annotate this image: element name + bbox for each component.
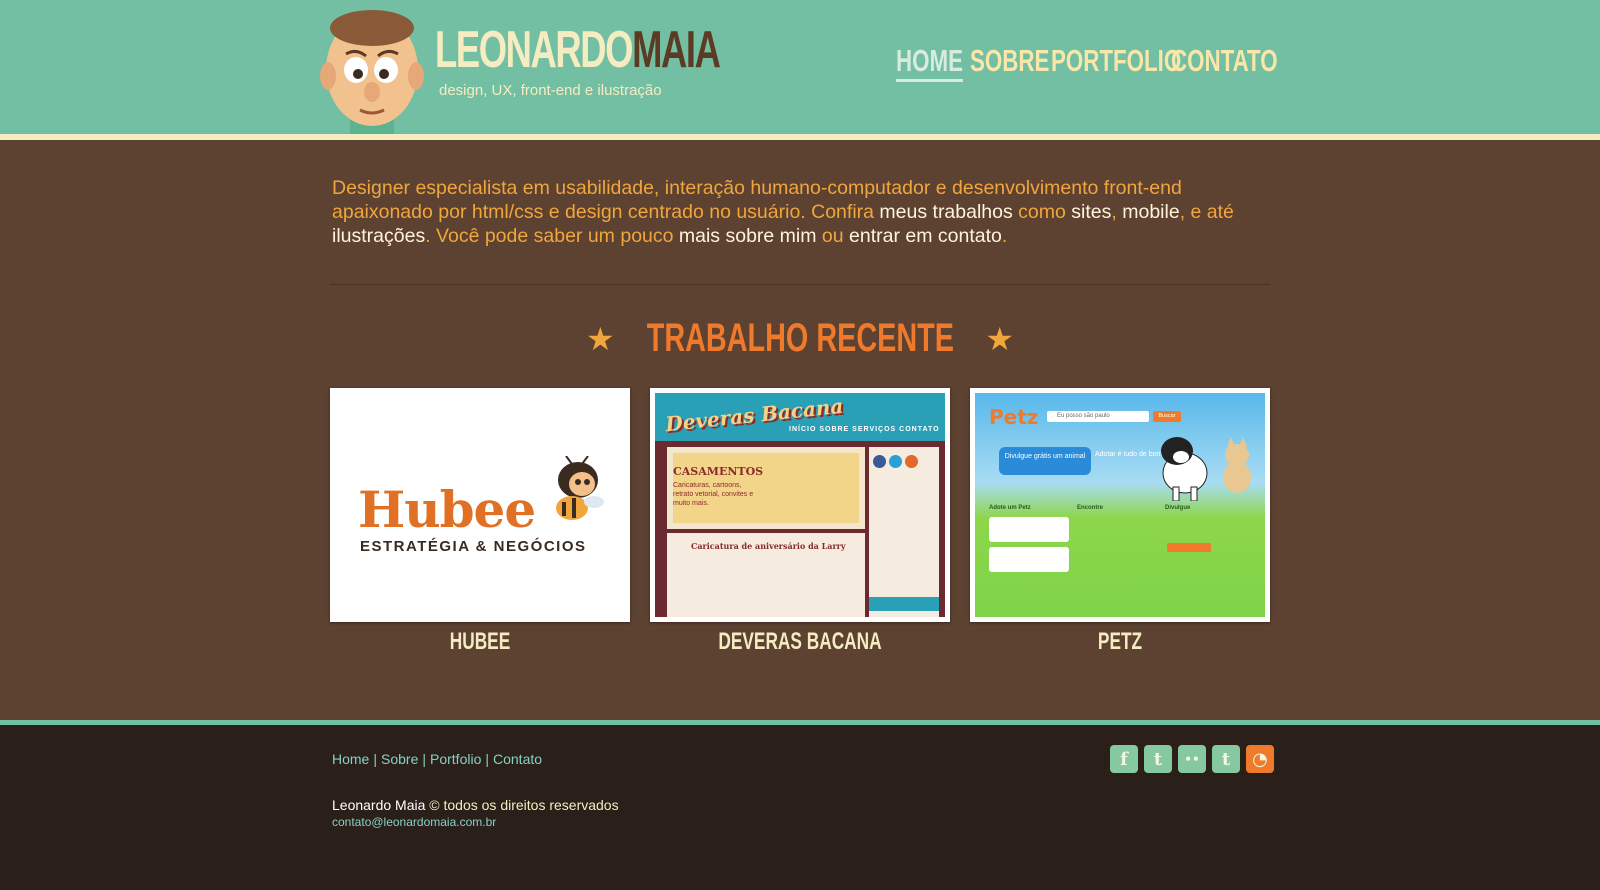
separator: | <box>422 751 426 767</box>
intro-text: ou <box>816 225 850 247</box>
deveras-nav: INÍCIO SOBRE SERVIÇOS CONTATO <box>789 426 940 433</box>
work-card-petz[interactable]: Petz Eu posso são paulo Buscar Divulgue … <box>970 388 1270 622</box>
petz-listing <box>989 547 1069 572</box>
recent-works: Hubee ESTRATÉGIA & NEGÓCIOS HUBEE Devera… <box>330 388 1270 655</box>
dog-cat-illustration <box>1161 437 1251 501</box>
petz-search-button: Buscar <box>1153 411 1181 422</box>
flickr-icon[interactable]: •• <box>1178 745 1206 773</box>
footer-link-contato[interactable]: Contato <box>493 751 542 767</box>
footer-copy-text: © todos os direitos reservados <box>425 797 619 813</box>
site-logo[interactable]: LEONARDOMAIA <box>435 21 721 79</box>
intro-text: . Você pode saber um pouco <box>425 225 679 247</box>
footer-nav: Home | Sobre | Portfolio | Contato <box>332 751 542 767</box>
deveras-subtext: Caricaturas, cartoons, retrato vetorial,… <box>673 482 754 507</box>
separator: | <box>373 751 377 767</box>
petz-listing <box>989 517 1069 542</box>
work-label-hubee[interactable]: HUBEE <box>372 628 588 656</box>
deveras-heading: CASAMENTOS <box>673 465 764 478</box>
section-heading: ★ TRABALHO RECENTE ★ <box>0 316 1600 361</box>
footer-copyright: Leonardo Maia © todos os direitos reserv… <box>332 797 619 813</box>
petz-search: Eu posso são paulo <box>1047 411 1149 422</box>
petz-cta: Divulgue grátis um animal <box>999 447 1091 475</box>
tumblr-icon[interactable]: t <box>1212 745 1240 773</box>
star-icon: ★ <box>585 320 615 357</box>
work-card-deveras-bacana[interactable]: Deveras Bacana INÍCIO SOBRE SERVIÇOS CON… <box>650 388 950 622</box>
petz-text-block <box>1077 515 1157 549</box>
petz-orange-button <box>1167 543 1211 552</box>
work-label-deveras-bacana[interactable]: DEVERAS BACANA <box>692 628 908 656</box>
petz-col-encontre: Encontre <box>1077 505 1104 511</box>
nav-contato-label: CONTATO <box>1171 43 1278 78</box>
twitter-icon[interactable]: t <box>1144 745 1172 773</box>
intro-paragraph: Designer especialista em usabilidade, in… <box>332 176 1272 248</box>
star-icon: ★ <box>985 320 1015 357</box>
facebook-icon <box>873 455 886 468</box>
nav-sobre-label: SOBRE <box>970 43 1050 78</box>
petz-screenshot: Petz Eu posso são paulo Buscar Divulgue … <box>975 393 1265 617</box>
bee-icon <box>556 456 604 520</box>
intro-text: como <box>1012 201 1072 223</box>
social-links: f t •• t ◔ <box>1110 745 1274 773</box>
nav-portfolio-label: PORTFOLIO <box>1051 43 1182 78</box>
hubee-logo-text: Hubee <box>358 480 536 539</box>
petz-logo: Petz <box>989 405 1039 429</box>
petz-col-adote: Adote um Petz <box>989 505 1031 511</box>
facebook-icon[interactable]: f <box>1110 745 1138 773</box>
deveras-article-title: Caricatura de aniversário da Larry <box>691 541 846 551</box>
link-meus-trabalhos[interactable]: meus trabalhos <box>879 201 1012 223</box>
twitter-icon <box>889 455 902 468</box>
site-tagline: design, UX, front-end e ilustração <box>439 82 662 99</box>
nav-contato[interactable]: CONTATO <box>1171 43 1319 84</box>
avatar-illustration[interactable] <box>318 6 426 140</box>
content-divider <box>330 284 1270 285</box>
main-content: Designer especialista em usabilidade, in… <box>0 140 1600 720</box>
rss-icon[interactable]: ◔ <box>1246 745 1274 773</box>
intro-text: . <box>1001 225 1008 247</box>
separator: | <box>485 751 489 767</box>
logo-first-name: LEONARDO <box>435 21 633 79</box>
link-ilustracoes[interactable]: ilustrações <box>332 225 425 247</box>
deveras-sidebar <box>869 447 939 617</box>
petz-cta-text: Adotar é tudo de bom! <box>1095 451 1165 458</box>
deveras-screenshot: Deveras Bacana INÍCIO SOBRE SERVIÇOS CON… <box>655 393 945 617</box>
site-footer: Home | Sobre | Portfolio | Contato Leonardo Ma… <box>0 725 1600 890</box>
section-title: TRABALHO RECENTE <box>646 316 954 360</box>
footer-link-sobre[interactable]: Sobre <box>381 751 418 767</box>
link-sites[interactable]: sites <box>1071 201 1111 223</box>
petz-col-divulgue: Divulgue <box>1165 505 1191 511</box>
work-card-hubee[interactable]: Hubee ESTRATÉGIA & NEGÓCIOS <box>330 388 630 622</box>
link-mobile[interactable]: mobile <box>1122 201 1179 223</box>
deveras-sidebar-bar <box>869 597 939 611</box>
rss-icon <box>905 455 918 468</box>
link-mais-sobre-mim[interactable]: mais sobre mim <box>679 225 817 247</box>
link-entrar-em-contato[interactable]: entrar em contato <box>849 225 1002 247</box>
footer-email[interactable]: contato@leonardomaia.com.br <box>332 815 496 829</box>
logo-last-name: MAIA <box>632 21 721 79</box>
site-header: LEONARDOMAIA design, UX, front-end e ilu… <box>0 0 1600 140</box>
hubee-tagline: ESTRATÉGIA & NEGÓCIOS <box>360 538 587 555</box>
footer-link-home[interactable]: Home <box>332 751 369 767</box>
nav-home-label: HOME <box>896 43 963 83</box>
footer-name: Leonardo Maia <box>332 797 426 813</box>
footer-link-portfolio[interactable]: Portfolio <box>430 751 481 767</box>
work-label-petz[interactable]: PETZ <box>1012 628 1228 656</box>
intro-text: , e até <box>1179 201 1234 223</box>
intro-text: , <box>1111 201 1123 223</box>
